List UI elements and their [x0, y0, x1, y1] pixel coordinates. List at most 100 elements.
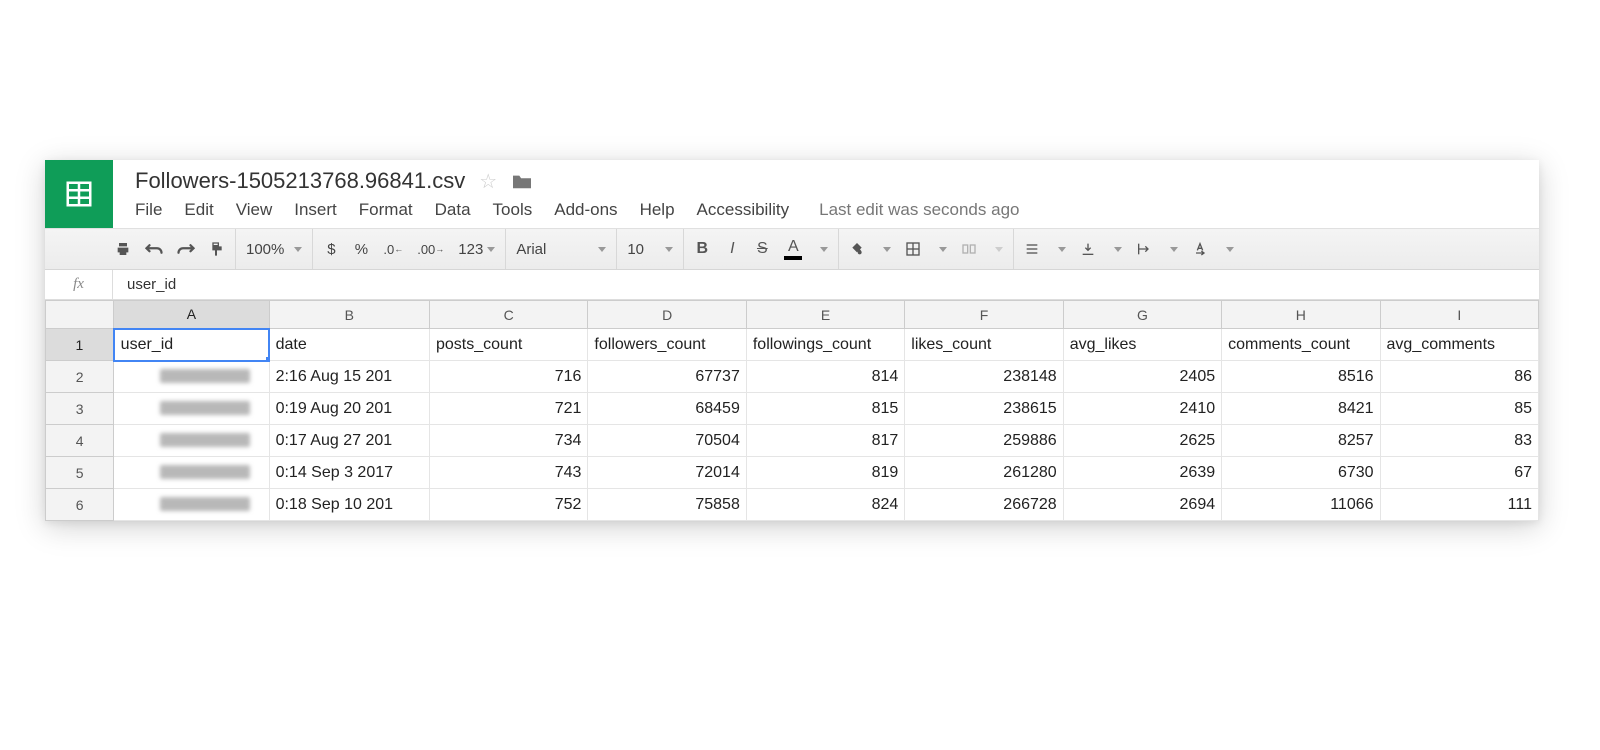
column-header[interactable]: C: [430, 301, 588, 329]
cell[interactable]: user_id: [114, 329, 269, 361]
format-percent-button[interactable]: %: [353, 241, 369, 258]
column-header[interactable]: E: [746, 301, 904, 329]
cell[interactable]: 75858: [588, 489, 746, 521]
decrease-decimal-button[interactable]: .0←: [383, 242, 403, 257]
cell[interactable]: 2410: [1063, 393, 1221, 425]
cell[interactable]: 259886: [905, 425, 1063, 457]
cell[interactable]: 266728: [905, 489, 1063, 521]
column-header[interactable]: H: [1222, 301, 1380, 329]
cell[interactable]: 721: [430, 393, 588, 425]
cell[interactable]: 67737: [588, 361, 746, 393]
cell[interactable]: 2405: [1063, 361, 1221, 393]
cell[interactable]: 819: [746, 457, 904, 489]
cell[interactable]: 716: [430, 361, 588, 393]
cell[interactable]: 817: [746, 425, 904, 457]
cell[interactable]: comments_count: [1222, 329, 1380, 361]
menu-edit[interactable]: Edit: [184, 200, 213, 220]
menu-addons[interactable]: Add-ons: [554, 200, 617, 220]
menu-accessibility[interactable]: Accessibility: [697, 200, 790, 220]
column-header[interactable]: G: [1063, 301, 1221, 329]
undo-icon[interactable]: [145, 242, 163, 256]
folder-icon[interactable]: [511, 172, 533, 190]
cell[interactable]: 85: [1380, 393, 1538, 425]
cell[interactable]: 0:18 Sep 10 201: [269, 489, 429, 521]
cell[interactable]: 743: [430, 457, 588, 489]
column-header[interactable]: F: [905, 301, 1063, 329]
cell[interactable]: avg_likes: [1063, 329, 1221, 361]
cell[interactable]: 8257: [1222, 425, 1380, 457]
column-header[interactable]: A: [114, 301, 269, 329]
row-header[interactable]: 2: [46, 361, 114, 393]
formula-input[interactable]: [113, 270, 1539, 299]
menu-insert[interactable]: Insert: [294, 200, 337, 220]
font-select[interactable]: Arial: [516, 241, 606, 258]
merge-cells-icon[interactable]: [961, 241, 977, 257]
row-header[interactable]: 6: [46, 489, 114, 521]
document-title[interactable]: Followers-1505213768.96841.csv: [135, 168, 465, 194]
menu-tools[interactable]: Tools: [493, 200, 533, 220]
cell[interactable]: 72014: [588, 457, 746, 489]
cell[interactable]: 734: [430, 425, 588, 457]
italic-button[interactable]: I: [724, 240, 740, 258]
print-icon[interactable]: [115, 241, 131, 257]
sheets-logo-icon[interactable]: [45, 160, 113, 228]
cell[interactable]: 2:16 Aug 15 201: [269, 361, 429, 393]
cell[interactable]: 8421: [1222, 393, 1380, 425]
cell[interactable]: posts_count: [430, 329, 588, 361]
paint-format-icon[interactable]: [209, 241, 225, 257]
cell[interactable]: 86: [1380, 361, 1538, 393]
cell[interactable]: likes_count: [905, 329, 1063, 361]
cell[interactable]: 68459: [588, 393, 746, 425]
menu-help[interactable]: Help: [640, 200, 675, 220]
cell[interactable]: 11066: [1222, 489, 1380, 521]
font-size-select[interactable]: 10: [627, 241, 673, 258]
column-header[interactable]: B: [269, 301, 429, 329]
cell[interactable]: followings_count: [746, 329, 904, 361]
strikethrough-button[interactable]: S: [754, 240, 770, 258]
text-wrap-icon[interactable]: [1136, 241, 1152, 257]
cell[interactable]: [114, 489, 269, 521]
menu-format[interactable]: Format: [359, 200, 413, 220]
fill-color-icon[interactable]: [849, 241, 865, 257]
vertical-align-icon[interactable]: [1080, 241, 1096, 257]
format-currency-button[interactable]: $: [323, 241, 339, 258]
star-icon[interactable]: ☆: [479, 169, 497, 194]
cell[interactable]: 2639: [1063, 457, 1221, 489]
cell[interactable]: [114, 457, 269, 489]
row-header[interactable]: 3: [46, 393, 114, 425]
borders-icon[interactable]: [905, 241, 921, 257]
cell[interactable]: 238148: [905, 361, 1063, 393]
cell[interactable]: 824: [746, 489, 904, 521]
cell[interactable]: followers_count: [588, 329, 746, 361]
row-header[interactable]: 5: [46, 457, 114, 489]
select-all-corner[interactable]: [46, 301, 114, 329]
text-rotation-icon[interactable]: [1192, 241, 1208, 257]
column-header[interactable]: I: [1380, 301, 1538, 329]
cell[interactable]: 8516: [1222, 361, 1380, 393]
cell[interactable]: 111: [1380, 489, 1538, 521]
more-formats-button[interactable]: 123: [458, 241, 495, 258]
cell[interactable]: 2625: [1063, 425, 1221, 457]
cell[interactable]: 0:19 Aug 20 201: [269, 393, 429, 425]
cell[interactable]: 0:14 Sep 3 2017: [269, 457, 429, 489]
cell[interactable]: [114, 361, 269, 393]
menu-file[interactable]: File: [135, 200, 162, 220]
cell[interactable]: [114, 425, 269, 457]
cell[interactable]: 2694: [1063, 489, 1221, 521]
cell[interactable]: 261280: [905, 457, 1063, 489]
zoom-select[interactable]: 100%: [246, 241, 302, 258]
cell[interactable]: 70504: [588, 425, 746, 457]
cell[interactable]: 83: [1380, 425, 1538, 457]
bold-button[interactable]: B: [694, 240, 710, 258]
menu-view[interactable]: View: [236, 200, 273, 220]
text-color-button[interactable]: A: [784, 239, 802, 260]
horizontal-align-icon[interactable]: [1024, 241, 1040, 257]
redo-icon[interactable]: [177, 242, 195, 256]
cell[interactable]: 814: [746, 361, 904, 393]
column-header[interactable]: D: [588, 301, 746, 329]
increase-decimal-button[interactable]: .00→: [417, 242, 444, 257]
cell[interactable]: date: [269, 329, 429, 361]
row-header[interactable]: 4: [46, 425, 114, 457]
cell[interactable]: 752: [430, 489, 588, 521]
cell[interactable]: 815: [746, 393, 904, 425]
